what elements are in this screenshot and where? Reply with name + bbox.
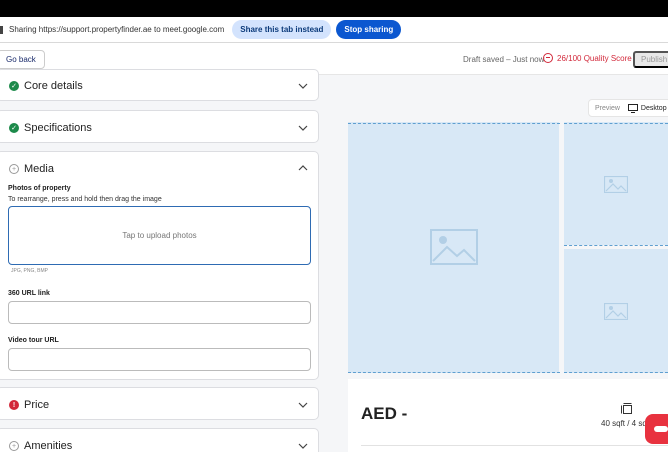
thumb-photo-placeholder — [564, 249, 668, 373]
preview-price: AED - — [361, 404, 408, 423]
section-price[interactable]: ! Price — [0, 387, 319, 420]
plus-icon: + — [9, 164, 19, 174]
main-photo-placeholder — [348, 122, 559, 373]
preview-option[interactable]: Preview — [595, 105, 620, 112]
screen-top-bar — [0, 0, 668, 17]
chevron-down-icon[interactable] — [298, 123, 308, 133]
error-icon: ! — [9, 400, 19, 410]
preview-panel: Preview Desktop AED - 40 sqft / 4 sq — [334, 75, 668, 452]
section-specifications[interactable]: ✓ Specifications — [0, 110, 319, 143]
video-tour-label: Video tour URL — [8, 337, 59, 344]
monitor-icon — [627, 103, 638, 113]
publish-button[interactable]: Publish — [633, 51, 668, 68]
photos-hint: To rearrange, press and hold then drag t… — [8, 196, 162, 203]
section-header: ! Price — [9, 399, 49, 411]
section-title: Specifications — [24, 122, 92, 134]
section-core-details[interactable]: ✓ Core details — [0, 69, 319, 101]
section-title: Price — [24, 399, 50, 411]
thumb-photo-placeholder — [564, 122, 668, 245]
form-panel: ✓ Core details ✓ Specifications + Media … — [0, 69, 334, 452]
image-icon — [604, 303, 628, 320]
section-amenities[interactable]: + Amenities — [0, 428, 319, 452]
chevron-down-icon[interactable] — [298, 441, 308, 451]
image-icon — [604, 176, 628, 193]
share-indicator-icon — [0, 25, 3, 34]
dashed-border — [564, 123, 668, 124]
url360-label: 360 URL link — [8, 290, 50, 297]
image-icon — [430, 229, 478, 265]
photo-formats: JPG, PNG, BMP — [11, 268, 48, 274]
dashed-top-border — [348, 123, 560, 124]
quality-score-badge[interactable]: 26/100 Quality Score — [543, 53, 632, 63]
view-toggle: Preview Desktop — [588, 99, 668, 117]
desktop-option[interactable]: Desktop — [627, 103, 667, 113]
upload-text: Tap to upload photos — [122, 231, 197, 240]
section-header: ✓ Specifications — [9, 122, 92, 134]
preview-price-card: AED - 40 sqft / 4 sq — [348, 379, 668, 452]
section-media: + Media Photos of property To rearrange,… — [0, 151, 319, 380]
section-title: Core details — [24, 80, 83, 92]
section-title: Amenities — [24, 440, 73, 452]
section-header: + Amenities — [9, 440, 72, 452]
url360-input[interactable] — [8, 301, 311, 324]
area-icon — [621, 403, 632, 414]
draft-status: Draft saved – Just now — [463, 55, 545, 64]
video-tour-input[interactable] — [8, 348, 311, 371]
preview-area: 40 sqft / 4 sq — [601, 419, 647, 428]
check-icon: ✓ — [9, 123, 19, 133]
chat-widget-button[interactable] — [645, 414, 668, 444]
chevron-down-icon[interactable] — [298, 81, 308, 91]
dashed-border — [564, 245, 668, 246]
section-header: ✓ Core details — [9, 80, 83, 92]
dashed-border — [564, 372, 668, 373]
quality-score-text: 26/100 Quality Score — [557, 53, 632, 63]
check-icon: ✓ — [9, 81, 19, 91]
photos-label: Photos of property — [8, 185, 71, 192]
stop-sharing-button[interactable]: Stop sharing — [336, 20, 402, 39]
divider — [361, 445, 668, 446]
chevron-down-icon[interactable] — [298, 400, 308, 410]
section-header[interactable]: + Media — [9, 163, 54, 175]
section-title: Media — [24, 163, 54, 175]
dashed-bottom-border — [348, 372, 560, 373]
chevron-up-icon[interactable] — [298, 163, 308, 173]
plus-icon: + — [9, 441, 19, 451]
screen-share-bar: Sharing https://support.propertyfinder.a… — [0, 17, 668, 43]
go-back-button[interactable]: Go back — [0, 50, 45, 69]
share-status-text: Sharing https://support.propertyfinder.a… — [9, 25, 225, 34]
quality-score-icon — [543, 53, 553, 63]
desktop-label: Desktop — [640, 104, 667, 112]
share-this-tab-button[interactable]: Share this tab instead — [232, 20, 332, 39]
photo-upload-area[interactable]: Tap to upload photos — [8, 206, 311, 265]
